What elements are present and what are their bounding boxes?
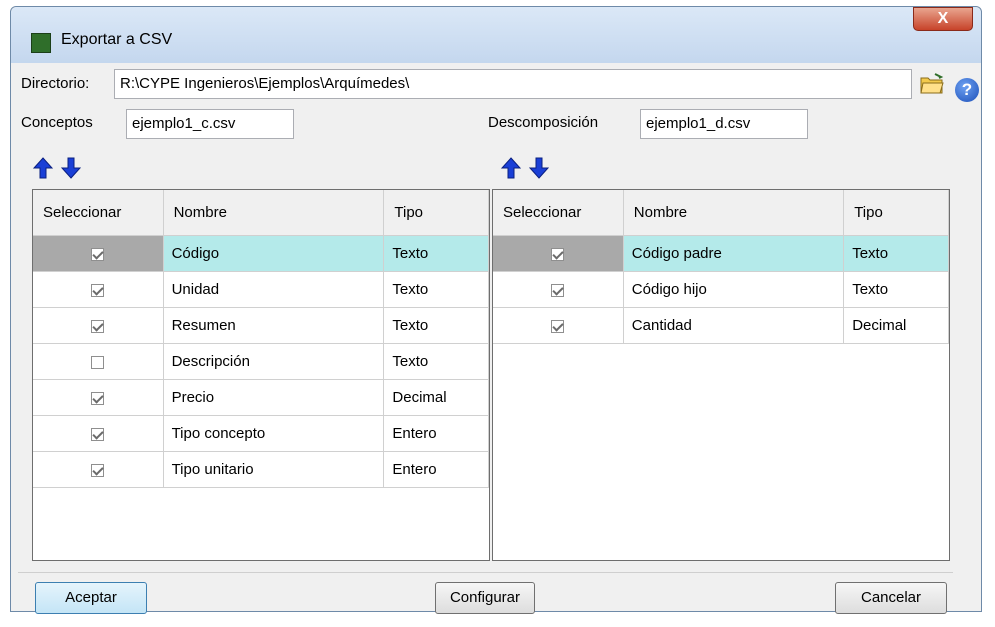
select-cell[interactable] bbox=[33, 415, 164, 452]
conceptos-table: Seleccionar Nombre Tipo Código Texto Uni… bbox=[32, 189, 490, 561]
checkbox[interactable] bbox=[91, 463, 105, 477]
type-cell: Texto bbox=[383, 271, 489, 308]
type-cell: Texto bbox=[843, 235, 949, 272]
type-cell: Texto bbox=[843, 271, 949, 308]
name-cell: Precio bbox=[163, 379, 385, 416]
export-csv-dialog: Exportar a CSV X Directorio: R:\CYPE Ing… bbox=[10, 6, 982, 614]
name-cell: Cantidad bbox=[623, 307, 845, 344]
close-button[interactable]: X bbox=[913, 7, 973, 31]
checkbox[interactable] bbox=[91, 283, 105, 297]
type-cell: Entero bbox=[383, 451, 489, 488]
checkbox[interactable] bbox=[91, 319, 105, 333]
table-row[interactable]: Código Texto bbox=[33, 235, 489, 272]
name-cell: Resumen bbox=[163, 307, 385, 344]
table-row[interactable]: Precio Decimal bbox=[33, 379, 489, 416]
type-cell: Texto bbox=[383, 343, 489, 380]
checkbox[interactable] bbox=[551, 247, 565, 261]
dialog-body: Directorio: R:\CYPE Ingenieros\Ejemplos\… bbox=[18, 63, 953, 614]
table-row[interactable]: Código padre Texto bbox=[493, 235, 949, 272]
select-cell[interactable] bbox=[33, 451, 164, 488]
aceptar-button[interactable]: Aceptar bbox=[35, 582, 147, 614]
type-cell: Entero bbox=[383, 415, 489, 452]
checkbox[interactable] bbox=[551, 283, 565, 297]
window-title: Exportar a CSV bbox=[61, 31, 173, 48]
table-row[interactable]: Cantidad Decimal bbox=[493, 307, 949, 344]
column-header-seleccionar[interactable]: Seleccionar bbox=[33, 190, 164, 236]
move-down-icon[interactable] bbox=[61, 157, 81, 179]
name-cell: Tipo unitario bbox=[163, 451, 385, 488]
name-cell: Código bbox=[163, 235, 385, 272]
table-row[interactable]: Descripción Texto bbox=[33, 343, 489, 380]
table-row[interactable]: Unidad Texto bbox=[33, 271, 489, 308]
type-cell: Texto bbox=[383, 307, 489, 344]
table-row[interactable]: Tipo unitario Entero bbox=[33, 451, 489, 488]
name-cell: Tipo concepto bbox=[163, 415, 385, 452]
checkbox[interactable] bbox=[91, 247, 105, 261]
column-header-tipo[interactable]: Tipo bbox=[843, 190, 949, 236]
type-cell: Decimal bbox=[843, 307, 949, 344]
button-bar-divider bbox=[18, 572, 953, 573]
table-header-row: Seleccionar Nombre Tipo bbox=[493, 190, 949, 236]
cancelar-button[interactable]: Cancelar bbox=[835, 582, 947, 614]
table-row[interactable]: Resumen Texto bbox=[33, 307, 489, 344]
select-cell[interactable] bbox=[33, 379, 164, 416]
type-cell: Decimal bbox=[383, 379, 489, 416]
checkbox[interactable] bbox=[91, 355, 105, 369]
move-up-icon[interactable] bbox=[33, 157, 53, 179]
table-row[interactable]: Código hijo Texto bbox=[493, 271, 949, 308]
directory-label: Directorio: bbox=[21, 75, 90, 92]
checkbox[interactable] bbox=[91, 391, 105, 405]
help-icon[interactable]: ? bbox=[955, 78, 979, 102]
select-cell[interactable] bbox=[33, 235, 164, 272]
descomposicion-label: Descomposición bbox=[488, 114, 599, 131]
checkbox[interactable] bbox=[551, 319, 565, 333]
move-up-icon[interactable] bbox=[501, 157, 521, 179]
select-cell[interactable] bbox=[493, 235, 624, 272]
select-cell[interactable] bbox=[33, 271, 164, 308]
move-down-icon[interactable] bbox=[529, 157, 549, 179]
name-cell: Código padre bbox=[623, 235, 845, 272]
descomposicion-table: Seleccionar Nombre Tipo Código padre Tex… bbox=[492, 189, 950, 561]
column-header-nombre[interactable]: Nombre bbox=[163, 190, 385, 236]
app-icon bbox=[31, 33, 51, 53]
configurar-button[interactable]: Configurar bbox=[435, 582, 535, 614]
name-cell: Descripción bbox=[163, 343, 385, 380]
name-cell: Unidad bbox=[163, 271, 385, 308]
table-row[interactable]: Tipo concepto Entero bbox=[33, 415, 489, 452]
name-cell: Código hijo bbox=[623, 271, 845, 308]
table-header-row: Seleccionar Nombre Tipo bbox=[33, 190, 489, 236]
select-cell[interactable] bbox=[493, 271, 624, 308]
column-header-seleccionar[interactable]: Seleccionar bbox=[493, 190, 624, 236]
descomposicion-field[interactable]: ejemplo1_d.csv bbox=[640, 109, 808, 139]
checkbox[interactable] bbox=[91, 427, 105, 441]
conceptos-label: Conceptos bbox=[21, 114, 93, 131]
directory-field[interactable]: R:\CYPE Ingenieros\Ejemplos\Arquímedes\ bbox=[114, 69, 912, 99]
select-cell[interactable] bbox=[493, 307, 624, 344]
column-header-nombre[interactable]: Nombre bbox=[623, 190, 845, 236]
column-header-tipo[interactable]: Tipo bbox=[383, 190, 489, 236]
select-cell[interactable] bbox=[33, 307, 164, 344]
select-cell[interactable] bbox=[33, 343, 164, 380]
type-cell: Texto bbox=[383, 235, 489, 272]
title-bar[interactable]: Exportar a CSV X bbox=[11, 7, 981, 63]
open-folder-icon[interactable] bbox=[919, 71, 945, 97]
conceptos-field[interactable]: ejemplo1_c.csv bbox=[126, 109, 294, 139]
